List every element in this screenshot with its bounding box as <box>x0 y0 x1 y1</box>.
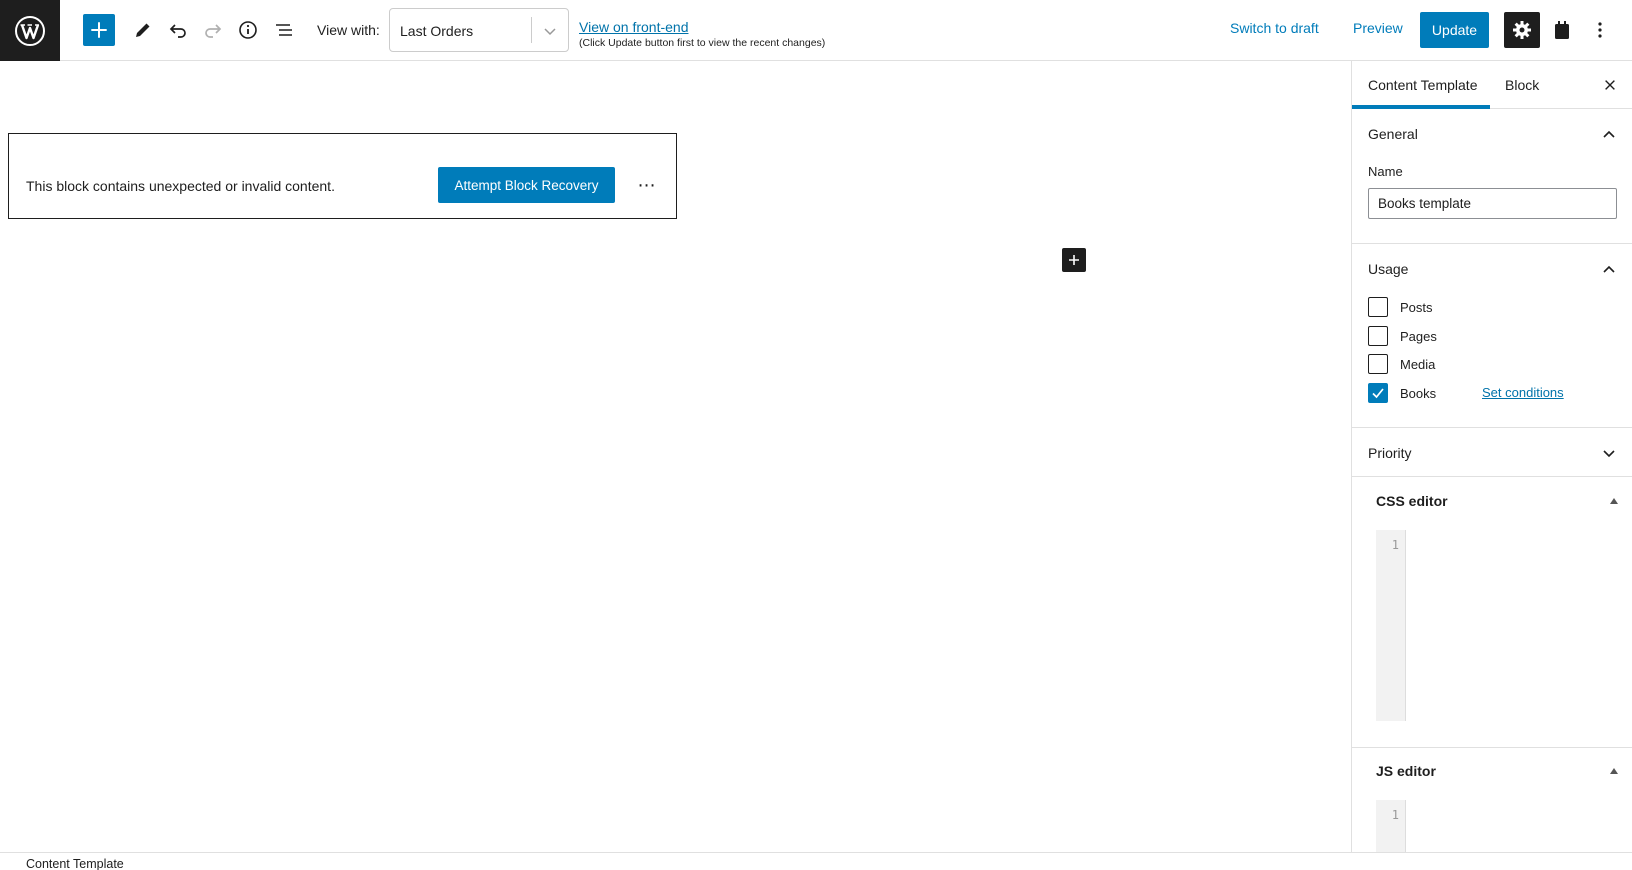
list-view-icon <box>276 24 292 36</box>
select-separator <box>531 17 532 43</box>
undo-button[interactable] <box>160 12 196 48</box>
gear-icon <box>1513 21 1531 39</box>
pages-checkbox[interactable] <box>1368 326 1388 346</box>
set-conditions-link[interactable]: Set conditions <box>1482 385 1564 400</box>
books-checkbox[interactable] <box>1368 383 1388 403</box>
css-editor-title: CSS editor <box>1376 493 1448 509</box>
pencil-icon <box>136 23 150 37</box>
priority-panel-title: Priority <box>1368 445 1412 461</box>
tools-button[interactable] <box>125 12 161 48</box>
pages-label: Pages <box>1400 329 1437 344</box>
block-more-options-button[interactable]: ⋯ <box>629 167 665 203</box>
add-block-button[interactable] <box>83 14 115 46</box>
info-icon <box>239 21 257 39</box>
media-checkbox[interactable] <box>1368 354 1388 374</box>
usage-panel-title: Usage <box>1368 261 1409 277</box>
tab-content-template[interactable]: Content Template <box>1368 77 1477 93</box>
priority-panel-toggle[interactable]: Priority <box>1352 428 1632 476</box>
sidebar-tabs: Content Template Block <box>1352 61 1632 109</box>
panel-divider <box>1352 747 1632 748</box>
settings-button[interactable] <box>1504 12 1540 48</box>
js-editor-title: JS editor <box>1376 763 1436 779</box>
posts-checkbox[interactable] <box>1368 297 1388 317</box>
view-on-frontend-link[interactable]: View on front-end <box>579 19 688 35</box>
wordpress-logo-icon[interactable] <box>0 0 60 61</box>
chevron-down-icon[interactable] <box>540 21 560 41</box>
switch-to-draft-button[interactable]: Switch to draft <box>1230 20 1319 36</box>
plugin-icon <box>1555 21 1569 39</box>
usage-panel-toggle[interactable]: Usage <box>1352 244 1632 292</box>
block-inserter-button[interactable] <box>1062 248 1086 272</box>
redo-icon <box>205 24 222 38</box>
frontend-note: (Click Update button first to view the r… <box>579 37 826 49</box>
general-panel-toggle[interactable]: General <box>1352 109 1632 157</box>
plus-icon <box>91 22 107 38</box>
options-button[interactable] <box>1584 12 1616 48</box>
js-editor-gutter[interactable]: 1 <box>1376 800 1406 853</box>
plus-icon <box>1069 255 1079 265</box>
books-label: Books <box>1400 386 1437 401</box>
css-line-number: 1 <box>1391 538 1399 552</box>
posts-label: Posts <box>1400 300 1433 315</box>
js-line-number: 1 <box>1391 808 1399 822</box>
caret-up-icon[interactable] <box>1610 498 1618 504</box>
redo-button[interactable] <box>195 12 231 48</box>
undo-icon <box>169 24 186 38</box>
panel-divider <box>1352 476 1632 477</box>
checkmark-icon <box>1372 388 1384 399</box>
chevron-up-icon <box>1603 265 1615 273</box>
caret-up-icon[interactable] <box>1610 768 1618 774</box>
chevron-down-icon <box>1603 450 1615 458</box>
block-breadcrumb[interactable]: Content Template <box>26 857 124 870</box>
media-label: Media <box>1400 357 1436 372</box>
settings-sidebar: Content Template Block General Name Usag… <box>1351 61 1632 853</box>
attempt-block-recovery-button[interactable]: Attempt Block Recovery <box>438 167 615 203</box>
name-input[interactable] <box>1368 188 1617 219</box>
name-label: Name <box>1368 164 1403 179</box>
invalid-block-warning[interactable]: This block contains unexpected or invali… <box>8 133 677 219</box>
plugin-sidebar-button[interactable] <box>1546 12 1578 48</box>
warning-message: This block contains unexpected or invali… <box>26 178 335 194</box>
editor-footer: Content Template <box>0 852 1632 870</box>
view-with-label: View with: <box>317 22 380 38</box>
editor-header: View with: Last Orders View on front-end… <box>0 0 1632 61</box>
view-with-select[interactable]: Last Orders <box>389 8 569 52</box>
update-button[interactable]: Update <box>1420 12 1489 48</box>
css-editor-gutter[interactable]: 1 <box>1376 530 1406 721</box>
chevron-up-icon <box>1603 130 1615 138</box>
view-with-value: Last Orders <box>400 23 474 39</box>
list-view-button[interactable] <box>266 12 302 48</box>
tab-block[interactable]: Block <box>1505 77 1539 93</box>
close-icon <box>1605 80 1615 90</box>
more-vertical-icon <box>1598 22 1602 38</box>
details-button[interactable] <box>230 12 266 48</box>
general-panel-title: General <box>1368 126 1418 142</box>
preview-button[interactable]: Preview <box>1353 20 1403 36</box>
close-sidebar-button[interactable] <box>1598 73 1622 97</box>
